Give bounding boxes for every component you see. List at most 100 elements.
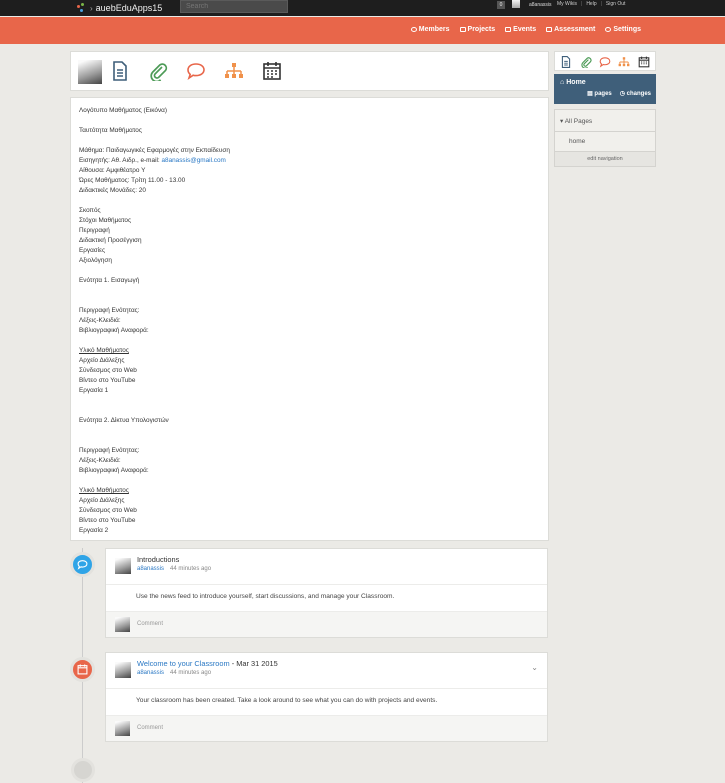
home-label: Home (566, 79, 586, 86)
wiki-home-panel: ⌂ Home ▤ pages ◷ changes (554, 74, 656, 104)
wiki-page-content: Λογότυπο Μαθήματος (Εικόνα) Ταυτότητα Μαθ… (70, 97, 549, 541)
divider: | (600, 1, 602, 7)
document-line: Βίντεο στο YouTube (79, 516, 539, 526)
logo-icon (77, 3, 87, 13)
home-link[interactable]: ⌂ Home (560, 79, 586, 86)
nav-assessment[interactable]: Assessment (546, 26, 595, 33)
app-name: auebEduApps15 (95, 3, 163, 13)
email-link[interactable]: a8anassis@gmail.com (161, 157, 225, 164)
paperclip-icon[interactable] (148, 61, 168, 81)
author-link[interactable]: a8anassis (137, 670, 164, 676)
line-text: Λογότυπο Μαθήματος (Εικόνα) (79, 107, 167, 114)
avatar (115, 617, 130, 632)
author-link[interactable]: a8anassis (137, 566, 164, 572)
line-text: Βιβλιογραφική Αναφορά: (79, 327, 149, 334)
avatar[interactable] (115, 558, 131, 574)
document-line: Αίθουσα: Αμφιθέατρο Υ (79, 166, 539, 176)
line-text: Εισηγητής: Αθ. Αιδρ., e-mail: (79, 157, 162, 164)
nav-members[interactable]: Members (410, 26, 450, 33)
hierarchy-icon[interactable] (618, 56, 630, 68)
document-line: Λογότυπο Μαθήματος (Εικόνα) (79, 106, 539, 116)
comment-bar[interactable]: Comment (106, 612, 547, 637)
chevron-right-icon: › (90, 3, 93, 13)
document-line: Λέξεις-Κλειδιά: (79, 456, 539, 466)
line-text: Περιγραφή Ενότητας: (79, 307, 140, 314)
page-icon[interactable] (110, 61, 130, 81)
all-pages-label: All Pages (564, 118, 593, 125)
discussion-icon[interactable] (599, 56, 611, 68)
all-pages-toggle[interactable]: ▾ All Pages (555, 110, 655, 132)
calendar-icon[interactable] (638, 56, 650, 68)
app-logo[interactable]: › auebEduApps15 (77, 1, 162, 15)
document-line: Αξιολόγηση (79, 256, 539, 266)
nav-projects[interactable]: Projects (459, 26, 495, 33)
my-wikis-link[interactable]: My Wikis (557, 1, 577, 7)
discussion-icon[interactable] (186, 61, 206, 81)
document-line: Ενότητα 1. Εισαγωγή (79, 276, 539, 286)
speech-bubble-icon (77, 560, 88, 570)
line-text: Διδακτικές Μονάδες: 20 (79, 187, 146, 194)
feed-card-welcome: Welcome to your Classroom - Mar 31 2015 … (105, 652, 548, 742)
nav-label: Events (513, 26, 537, 33)
changes-link[interactable]: ◷ changes (620, 90, 651, 97)
paperclip-icon[interactable] (580, 56, 592, 68)
discussion-feed-icon (70, 552, 95, 577)
document-line: Σύνδεσμος στο Web (79, 366, 539, 376)
event-feed-icon (70, 657, 95, 682)
timestamp: 44 minutes ago (170, 670, 212, 676)
feed-body: Your classroom has been created. Take a … (106, 689, 547, 716)
document-line: Ώρες Μαθήματος: Τρίτη 11.00 - 13.00 (79, 176, 539, 186)
notification-badge[interactable]: 0 (497, 1, 505, 9)
edit-navigation-link[interactable]: edit navigation (555, 152, 655, 162)
sign-out-link[interactable]: Sign Out (606, 1, 625, 7)
document-body: Λογότυπο Μαθήματος (Εικόνα) Ταυτότητα Μαθ… (79, 106, 539, 536)
search-input[interactable] (180, 0, 288, 13)
document-line: Σύνδεσμος στο Web (79, 506, 539, 516)
document-line: Στόχοι Μαθήματος (79, 216, 539, 226)
document-line: Περιγραφή Ενότητας: (79, 306, 539, 316)
document-line: Βίντεο στο YouTube (79, 376, 539, 386)
changes-label: changes (626, 91, 651, 97)
main-nav: Members Projects Events Assessment Setti… (0, 17, 725, 44)
hierarchy-icon[interactable] (224, 61, 244, 81)
line-text: Στόχοι Μαθήματος (79, 217, 132, 224)
page-icon[interactable] (560, 56, 572, 68)
document-line: Υλικό Μαθήματος (79, 346, 539, 356)
comment-input[interactable]: Comment (137, 621, 163, 627)
chevron-down-icon[interactable]: ⌄ (531, 663, 538, 672)
timestamp: 44 minutes ago (170, 566, 212, 572)
top-bar: › auebEduApps15 0 a8anassis My Wikis | H… (0, 0, 725, 16)
all-pages-panel: ▾ All Pages home edit navigation (554, 109, 656, 167)
line-text: Λέξεις-Κλειδιά: (79, 457, 121, 464)
comment-bar[interactable]: Comment (106, 716, 547, 741)
avatar[interactable] (512, 0, 520, 8)
gear-icon (605, 27, 612, 32)
page-item-home[interactable]: home (555, 132, 655, 152)
line-text: Αξιολόγηση (79, 257, 112, 264)
page-toolbar (70, 51, 549, 91)
document-line: Αρχείο Διάλεξης (79, 496, 539, 506)
line-text: Διδακτική Προσέγγιση (79, 237, 142, 244)
top-links: My Wikis | Help | Sign Out (557, 1, 625, 7)
username[interactable]: a8anassis (529, 2, 552, 8)
line-text: Βίντεο στο YouTube (79, 517, 136, 524)
document-line: Βιβλιογραφική Αναφορά: (79, 466, 539, 476)
nav-settings[interactable]: Settings (605, 26, 641, 33)
avatar[interactable] (115, 662, 131, 678)
line-text: Βίντεο στο YouTube (79, 377, 136, 384)
nav-events[interactable]: Events (505, 26, 536, 33)
event-link[interactable]: Welcome to your Classroom (137, 659, 230, 668)
document-line: Βιβλιογραφική Αναφορά: (79, 326, 539, 336)
help-link[interactable]: Help (586, 1, 596, 7)
document-line: Αρχείο Διάλεξης (79, 356, 539, 366)
comment-input[interactable]: Comment (137, 725, 163, 731)
pages-link[interactable]: ▤ pages (587, 90, 612, 97)
calendar-icon[interactable] (262, 61, 282, 81)
line-text: Ενότητα 2. Δίκτυα Υπολογιστών (79, 417, 169, 424)
line-text: Μάθημα: Παιδαγωγικές Εφαρμογές στην Εκπα… (79, 147, 230, 154)
